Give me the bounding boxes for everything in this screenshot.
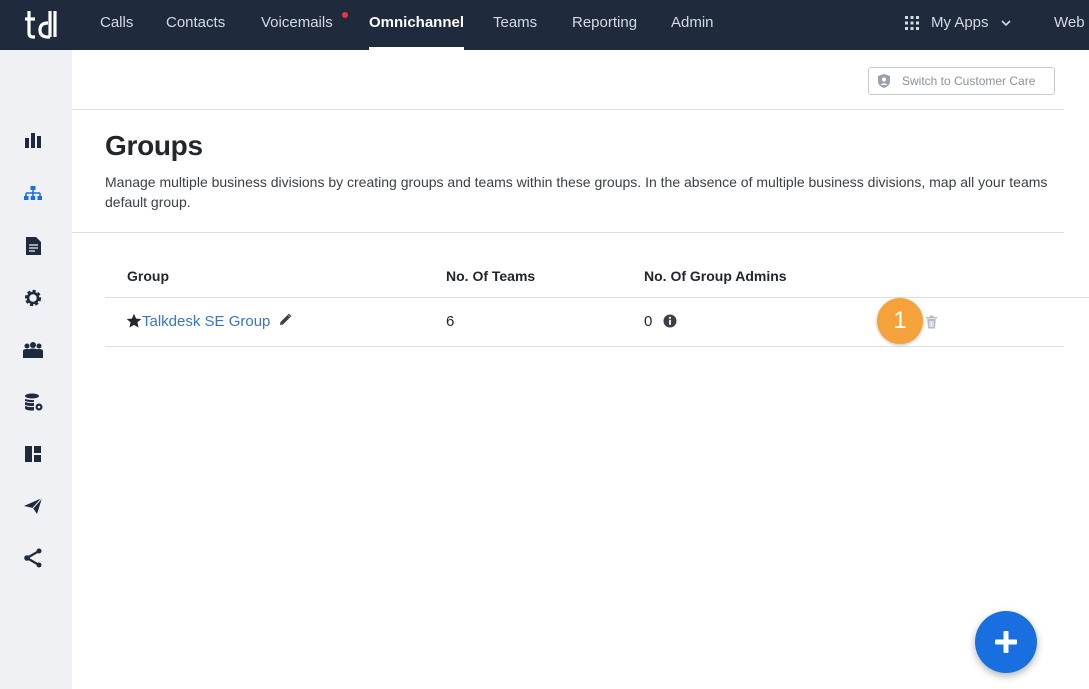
bar-chart-icon[interactable] [22,129,44,151]
my-apps-menu[interactable]: My Apps [931,0,989,50]
nav-reporting[interactable]: Reporting [572,0,637,50]
column-header-group[interactable]: Group [127,268,169,284]
header-divider [72,109,1064,110]
column-header-admins[interactable]: No. Of Group Admins [644,268,787,284]
description-divider [72,232,1064,233]
user-shield-icon [878,74,890,88]
nav-web[interactable]: Web [1054,0,1085,50]
info-icon[interactable] [663,314,677,328]
nav-omnichannel[interactable]: Omnichannel [369,0,465,50]
database-settings-icon[interactable] [22,391,44,413]
nav-teams[interactable]: Teams [493,0,537,50]
page-description: Manage multiple business divisions by cr… [105,174,1048,190]
apps-grid-icon[interactable] [905,16,919,30]
nav-admin[interactable]: Admin [671,0,714,50]
voicemail-notification-dot [342,12,348,18]
plus-icon [995,631,1017,653]
document-icon[interactable] [22,235,44,257]
nav-voicemails[interactable]: Voicemails [261,0,333,50]
chevron-down-icon[interactable] [999,16,1013,30]
edit-pencil-icon[interactable] [278,313,292,327]
org-chart-icon[interactable] [22,183,44,205]
nav-calls[interactable]: Calls [100,0,133,50]
page-title: Groups [105,130,203,161]
default-group-star-icon [126,313,142,328]
top-nav: Calls Contacts Voicemails Omnichannel Te… [0,0,1089,50]
page-description-continued: default group. [105,194,191,210]
main-content [72,50,1089,689]
trash-icon[interactable] [925,315,938,329]
share-icon[interactable] [22,547,44,569]
add-group-button[interactable] [975,611,1037,673]
admins-count: 0 [644,313,653,330]
step-marker-badge: 1 [877,298,923,344]
group-name-link[interactable]: Talkdesk SE Group [142,313,270,330]
gear-icon[interactable] [22,287,44,309]
dashboard-icon[interactable] [22,443,44,465]
sidebar [0,50,72,689]
table-header-divider [105,297,1089,298]
switch-to-customer-care-button[interactable]: Switch to Customer Care [868,67,1055,95]
send-icon[interactable] [22,495,44,517]
nav-contacts[interactable]: Contacts [166,0,225,50]
teams-count: 6 [446,313,455,330]
table-row-divider [105,346,1064,347]
column-header-teams[interactable]: No. Of Teams [446,268,535,284]
users-icon[interactable] [22,339,44,361]
talkdesk-logo[interactable] [22,7,60,41]
